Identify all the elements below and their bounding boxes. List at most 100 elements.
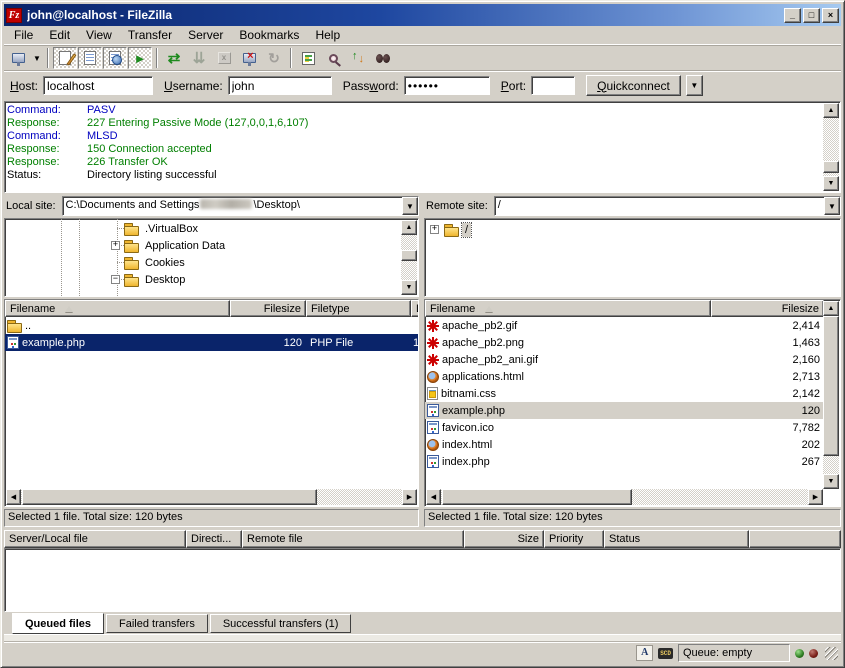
menu-help[interactable]: Help [307,26,348,44]
tree-item[interactable]: Application Data [5,237,418,254]
local-site-combobox[interactable]: C:\Documents and Settings\Desktop\ ▼ [62,196,419,216]
tree-expander-icon[interactable] [111,275,120,284]
username-input[interactable] [228,76,332,95]
scroll-right-icon[interactable]: ▶ [402,489,417,505]
file-row[interactable]: apache_pb2.gif 2,414 [425,317,824,334]
file-row-selected[interactable]: example.php 120 PHP File 1 [5,334,418,351]
remote-vertical-scrollbar[interactable]: ▲ ▼ [823,301,839,489]
scroll-up-icon[interactable]: ▲ [823,103,839,118]
tree-expander-icon[interactable] [111,241,120,250]
tab-successful-transfers[interactable]: Successful transfers (1) [210,614,352,633]
directory-listing-filters-button[interactable] [296,47,320,69]
remote-pane: Remote site: / ▼ / Filename Filesize [424,196,841,527]
column-header-priority[interactable]: Priority [544,530,604,548]
log-line: Response:227 Entering Passive Mode (127,… [5,117,822,130]
menu-bar: File Edit View Transfer Server Bookmarks… [4,26,841,45]
close-button[interactable]: × [822,8,839,23]
quickconnect-button[interactable]: Quickconnect [586,75,681,96]
menu-transfer[interactable]: Transfer [120,26,180,44]
combo-dropdown-icon[interactable]: ▼ [402,197,418,215]
file-row-selected[interactable]: example.php 120 [425,402,824,419]
scrollbar-thumb[interactable] [442,489,632,505]
find-files-button[interactable] [371,47,395,69]
column-header-lastmodified[interactable]: L [411,300,419,317]
file-row[interactable]: favicon.ico 7,782 [425,419,824,436]
scroll-down-icon[interactable]: ▼ [401,280,417,295]
site-manager-icon [12,53,25,63]
column-header-size[interactable]: Size [464,530,544,548]
column-header-status[interactable]: Status [604,530,749,548]
local-horizontal-scrollbar[interactable]: ◀ ▶ [6,489,417,505]
menu-edit[interactable]: Edit [41,26,78,44]
process-queue-button[interactable]: ⇊ [187,47,211,69]
scrollbar-thumb[interactable] [823,316,839,456]
cancel-operation-button[interactable]: x [212,47,236,69]
site-manager-dropdown[interactable]: ▼ [31,48,43,68]
scroll-down-icon[interactable]: ▼ [823,474,839,489]
tree-item[interactable]: .VirtualBox [5,220,418,237]
minimize-button[interactable]: _ [784,8,801,23]
queue-body[interactable] [4,548,841,612]
column-header-filename[interactable]: Filename [5,300,230,317]
reconnect-button[interactable]: ↻ [262,47,286,69]
tree-item[interactable]: Desktop [5,271,418,288]
scrollbar-thumb[interactable] [823,161,839,173]
file-row[interactable]: applications.html 2,713 [425,368,824,385]
toggle-message-log-button[interactable] [53,47,77,69]
tab-failed-transfers[interactable]: Failed transfers [106,614,208,633]
toggle-transfer-queue-button[interactable]: ► [128,47,152,69]
menu-view[interactable]: View [78,26,120,44]
file-type-icon [427,421,439,434]
file-row[interactable]: bitnami.css 2,142 [425,385,824,402]
refresh-button[interactable]: ⇄ [162,47,186,69]
tree-item[interactable]: Cookies [5,254,418,271]
scroll-up-icon[interactable]: ▲ [401,220,417,235]
column-header-filesize[interactable]: Filesize [230,300,306,317]
column-header-remotefile[interactable]: Remote file [242,530,464,548]
scroll-left-icon[interactable]: ◀ [426,489,441,505]
remote-site-combobox[interactable]: / ▼ [494,196,841,216]
column-header-filetype[interactable]: Filetype [306,300,411,317]
scrollbar-thumb[interactable] [22,489,317,505]
combo-dropdown-icon[interactable]: ▼ [824,197,840,215]
tree-expander-icon[interactable] [430,225,439,234]
column-header-direction[interactable]: Directi... [186,530,242,548]
password-input[interactable] [404,76,490,95]
port-input[interactable] [531,76,575,95]
maximize-button[interactable]: □ [803,8,820,23]
toolbar-separator [47,48,49,68]
menu-server[interactable]: Server [180,26,231,44]
directory-comparison-button[interactable] [321,47,345,69]
file-row[interactable]: apache_pb2.png 1,463 [425,334,824,351]
scroll-down-icon[interactable]: ▼ [823,176,839,191]
log-vertical-scrollbar[interactable]: ▲ ▼ [823,103,839,191]
synchronized-browsing-button[interactable]: ↑↓ [346,47,370,69]
scroll-left-icon[interactable]: ◀ [6,489,21,505]
menu-bookmarks[interactable]: Bookmarks [231,26,307,44]
file-row[interactable]: .. [5,317,418,334]
scroll-right-icon[interactable]: ▶ [808,489,823,505]
local-tree-vertical-scrollbar[interactable]: ▲ ▼ [401,220,417,295]
host-input[interactable] [43,76,153,95]
column-header-serverlocal[interactable]: Server/Local file [4,530,186,548]
column-header-filesize[interactable]: Filesize [711,300,824,317]
file-row[interactable]: apache_pb2_ani.gif 2,160 [425,351,824,368]
quickconnect-dropdown[interactable]: ▼ [686,75,703,96]
tab-queued-files[interactable]: Queued files [12,613,104,634]
toggle-remote-tree-button[interactable] [103,47,127,69]
scrollbar-thumb[interactable] [401,250,417,261]
file-row[interactable]: index.html 202 [425,436,824,453]
resize-grip[interactable] [825,647,838,660]
minimize-icon: _ [790,11,795,20]
site-manager-button[interactable] [6,47,30,69]
tree-item[interactable]: / [425,221,840,238]
menu-file[interactable]: File [6,26,41,44]
column-header-filename[interactable]: Filename [425,300,711,317]
toggle-local-tree-button[interactable] [78,47,102,69]
disconnect-icon: × [243,53,256,63]
remote-horizontal-scrollbar[interactable]: ◀ ▶ [426,489,823,505]
file-row[interactable]: index.php 267 [425,453,824,470]
folder-icon [124,239,139,253]
disconnect-button[interactable]: × [237,47,261,69]
scroll-up-icon[interactable]: ▲ [823,301,839,316]
